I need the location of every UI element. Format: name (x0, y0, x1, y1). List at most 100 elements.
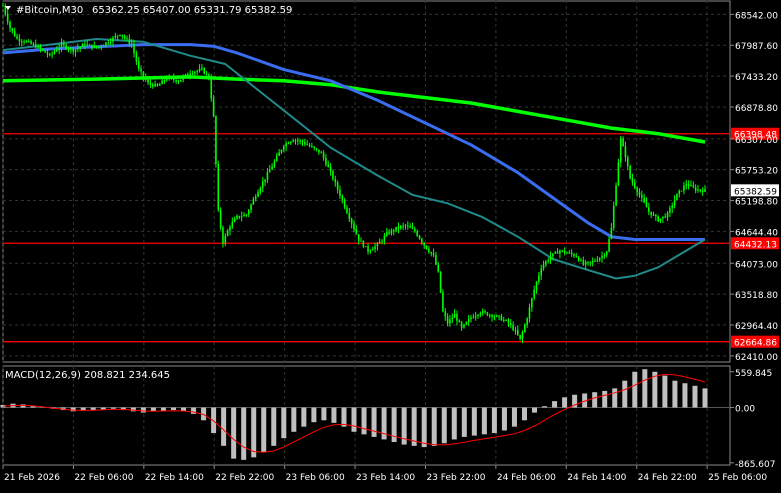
candle-body (301, 140, 304, 143)
candle-body (505, 319, 507, 321)
candle-body (318, 149, 320, 153)
candle-body (374, 246, 376, 250)
time-tick-label: 23 Feb 14:00 (356, 473, 415, 483)
candle-body (666, 212, 669, 218)
price-tick-label: 67433.20 (735, 73, 778, 83)
candle-body (531, 298, 533, 308)
macd-histogram-bar (371, 407, 377, 437)
candle-body (603, 255, 606, 257)
candle-body (704, 189, 706, 192)
candle-body (629, 165, 631, 179)
macd-histogram-bar (160, 407, 166, 411)
candle-body (430, 251, 433, 254)
candle-body (180, 79, 182, 82)
candle-body (428, 248, 430, 252)
macd-histogram-bar (672, 380, 678, 408)
candle-body (498, 315, 500, 317)
candle-body (67, 48, 70, 50)
candle-body (327, 164, 330, 168)
candle-body (261, 181, 264, 188)
candle-body (400, 226, 402, 229)
candle-body (577, 256, 580, 261)
candle-body (596, 260, 599, 262)
macd-histogram-bar (411, 407, 417, 446)
candle-body (418, 235, 421, 239)
macd-histogram-bar (130, 407, 136, 412)
candle-body (545, 261, 547, 265)
candle-body (177, 81, 180, 83)
ohlc-values: 65362.25 65407.00 65331.79 65382.59 (92, 5, 292, 16)
candle-body (325, 158, 327, 165)
candle-body (175, 79, 177, 82)
candle-body (423, 242, 425, 246)
macd-histogram-bar (341, 407, 347, 427)
candle-body (346, 207, 348, 213)
candle-body (109, 41, 112, 44)
candle-body (432, 253, 435, 256)
price-chart[interactable]: 66398.48 64432.13 62664.86 68542.00 67987.6… (0, 0, 781, 489)
price-tick-label: 66307.00 (735, 136, 778, 146)
price-tick-label: 64073.00 (735, 260, 778, 270)
candle-body (615, 185, 617, 206)
time-tick-label: 23 Feb 06:00 (286, 473, 345, 483)
candle-body (538, 275, 540, 282)
candle-body (409, 226, 411, 228)
candle-body (381, 240, 383, 242)
price-tick-label: 64644.40 (735, 228, 778, 238)
candle-body (559, 250, 561, 254)
candle-body (231, 221, 234, 227)
candle-body (678, 190, 681, 194)
time-tick-label: 24 Feb 22:00 (638, 473, 697, 483)
macd-histogram-bar (471, 407, 477, 436)
candle-body (278, 152, 280, 156)
candle-body (280, 149, 283, 153)
candle-body (194, 71, 196, 74)
candle-body (589, 261, 592, 263)
candle-body (65, 44, 67, 49)
candle-body (137, 61, 140, 69)
candle-body (58, 47, 60, 50)
candle-body (580, 260, 582, 262)
candle-body (690, 185, 692, 187)
price-tick-label: 63518.80 (735, 291, 778, 301)
candle-body (582, 260, 585, 265)
candle-body (254, 196, 257, 200)
candle-body (369, 250, 372, 252)
candle-body (161, 80, 163, 85)
candle-body (411, 227, 414, 229)
candle-body (34, 44, 37, 48)
candle-body (334, 179, 337, 183)
macd-histogram-bar (321, 407, 327, 421)
macd-histogram-bar (261, 407, 267, 453)
candle-body (617, 162, 620, 186)
candle-body (266, 172, 269, 180)
candle-body (495, 315, 498, 317)
candle-body (166, 78, 168, 81)
candle-body (20, 41, 23, 43)
candle-body (634, 182, 636, 188)
candle-body (217, 164, 220, 211)
candle-body (556, 251, 559, 254)
candle-body (446, 316, 449, 324)
macd-label: MACD(12,26,9) 208.821 234.645 (5, 370, 170, 381)
candle-body (535, 281, 538, 290)
candle-body (631, 178, 634, 183)
candle-body (479, 313, 482, 315)
candle-body (467, 319, 470, 323)
candle-body (168, 77, 170, 79)
candle-body (407, 225, 409, 227)
macd-histogram-bar (702, 388, 708, 408)
candle-body (51, 53, 53, 55)
candle-body (315, 148, 318, 150)
candle-body (147, 79, 149, 83)
candle-body (133, 44, 135, 54)
candle-body (84, 44, 86, 46)
candle-body (294, 140, 297, 142)
candle-body (680, 190, 683, 192)
candle-body (215, 115, 217, 165)
candle-body (676, 193, 678, 201)
candle-body (683, 185, 685, 191)
candle-body (425, 245, 428, 249)
candle-body (56, 49, 58, 52)
candle-body (643, 197, 645, 203)
